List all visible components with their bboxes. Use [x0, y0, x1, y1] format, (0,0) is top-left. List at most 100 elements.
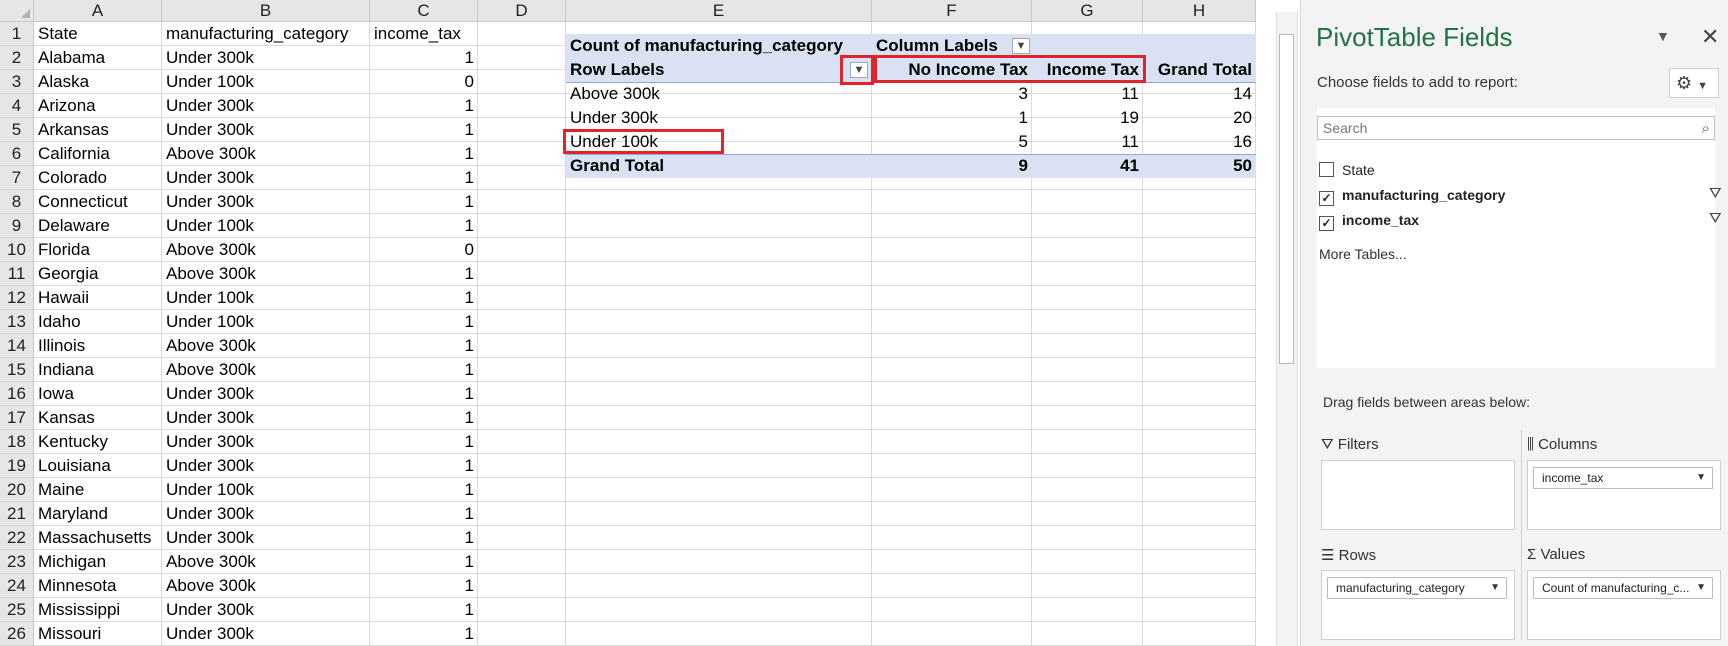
income-tax-cell[interactable]: 1 [370, 166, 478, 190]
income-tax-cell[interactable]: 1 [370, 214, 478, 238]
column-header-d[interactable]: D [478, 0, 566, 22]
search-input[interactable]: Search ⌕ [1317, 116, 1715, 140]
header-cell-income-tax[interactable]: income_tax [370, 22, 478, 46]
pivot-value-cell[interactable]: 11 [1032, 82, 1143, 106]
filter-icon[interactable]: ⛛ [1709, 185, 1722, 202]
column-header-a[interactable]: A [34, 0, 162, 22]
category-cell[interactable]: Above 300k [162, 574, 370, 598]
state-cell[interactable]: Florida [34, 238, 162, 262]
pivot-value-cell[interactable]: 1 [872, 106, 1032, 130]
pivot-col-header-grand-total[interactable]: Grand Total [1143, 58, 1256, 82]
rows-drop-zone[interactable]: manufacturing_category ▼ [1321, 570, 1515, 640]
state-cell[interactable]: Hawaii [34, 286, 162, 310]
income-tax-cell[interactable]: 1 [370, 262, 478, 286]
income-tax-cell[interactable]: 0 [370, 238, 478, 262]
income-tax-cell[interactable]: 1 [370, 502, 478, 526]
state-cell[interactable]: Iowa [34, 382, 162, 406]
income-tax-cell[interactable]: 1 [370, 358, 478, 382]
row-header[interactable]: 2 [0, 46, 34, 70]
state-cell[interactable]: Indiana [34, 358, 162, 382]
income-tax-cell[interactable]: 1 [370, 406, 478, 430]
pivot-value-cell[interactable]: 20 [1143, 106, 1256, 130]
state-cell[interactable]: Maryland [34, 502, 162, 526]
pivot-value-cell[interactable]: 14 [1143, 82, 1256, 106]
category-cell[interactable]: Above 300k [162, 550, 370, 574]
pivot-value-cell[interactable]: 16 [1143, 130, 1256, 154]
column-header-g[interactable]: G [1032, 0, 1143, 22]
field-manufacturing-category[interactable]: ✓ manufacturing_category [1319, 185, 1505, 206]
income-tax-cell[interactable]: 1 [370, 142, 478, 166]
row-header[interactable]: 4 [0, 94, 34, 118]
state-cell[interactable]: Massachusetts [34, 526, 162, 550]
category-cell[interactable]: Under 300k [162, 598, 370, 622]
pivot-value-cell[interactable]: 19 [1032, 106, 1143, 130]
state-cell[interactable]: Illinois [34, 334, 162, 358]
column-filter-icon[interactable]: ▼ [1012, 38, 1030, 54]
income-tax-cell[interactable]: 1 [370, 478, 478, 502]
state-cell[interactable]: Colorado [34, 166, 162, 190]
row-header[interactable]: 13 [0, 310, 34, 334]
row-header[interactable]: 12 [0, 286, 34, 310]
scrollbar-thumb[interactable] [1279, 34, 1294, 364]
pivot-grand-total-value[interactable]: 9 [872, 154, 1032, 178]
category-cell[interactable]: Above 300k [162, 238, 370, 262]
category-cell[interactable]: Under 300k [162, 166, 370, 190]
row-header[interactable]: 3 [0, 70, 34, 94]
state-cell[interactable]: Minnesota [34, 574, 162, 598]
row-header[interactable]: 1 [0, 22, 34, 46]
chevron-down-icon[interactable]: ▼ [1696, 578, 1706, 598]
row-header[interactable]: 9 [0, 214, 34, 238]
state-cell[interactable]: Kentucky [34, 430, 162, 454]
state-cell[interactable]: Delaware [34, 214, 162, 238]
pivot-value-title[interactable]: Count of manufacturing_category [566, 34, 872, 58]
pane-options-chevron-icon[interactable]: ▼ [1656, 28, 1670, 44]
row-header[interactable]: 11 [0, 262, 34, 286]
row-header[interactable]: 16 [0, 382, 34, 406]
columns-field-pill[interactable]: income_tax ▼ [1533, 467, 1713, 489]
category-cell[interactable]: Under 300k [162, 118, 370, 142]
category-cell[interactable]: Under 300k [162, 454, 370, 478]
row-header[interactable]: 10 [0, 238, 34, 262]
row-header[interactable]: 7 [0, 166, 34, 190]
row-header[interactable]: 20 [0, 478, 34, 502]
income-tax-cell[interactable]: 1 [370, 622, 478, 646]
state-cell[interactable]: Missouri [34, 622, 162, 646]
more-tables-link[interactable]: More Tables... [1319, 246, 1407, 262]
state-cell[interactable]: Arizona [34, 94, 162, 118]
values-drop-zone[interactable]: Count of manufacturing_c... ▼ [1527, 570, 1721, 640]
chevron-down-icon[interactable]: ▼ [1696, 468, 1706, 488]
income-tax-cell[interactable]: 1 [370, 94, 478, 118]
close-icon[interactable]: ✕ [1701, 24, 1719, 50]
state-cell[interactable]: Connecticut [34, 190, 162, 214]
chevron-down-icon[interactable]: ▼ [1490, 578, 1500, 598]
row-header[interactable]: 21 [0, 502, 34, 526]
column-header-c[interactable]: C [370, 0, 478, 22]
category-cell[interactable]: Under 300k [162, 46, 370, 70]
field-state[interactable]: State [1319, 160, 1375, 180]
row-header[interactable]: 5 [0, 118, 34, 142]
row-header[interactable]: 22 [0, 526, 34, 550]
pivot-row-label[interactable]: Above 300k [566, 82, 872, 106]
row-header[interactable]: 23 [0, 550, 34, 574]
category-cell[interactable]: Under 100k [162, 70, 370, 94]
income-tax-cell[interactable]: 1 [370, 310, 478, 334]
pivot-grand-total-value[interactable]: 50 [1143, 154, 1256, 178]
state-cell[interactable]: Georgia [34, 262, 162, 286]
category-cell[interactable]: Under 300k [162, 526, 370, 550]
category-cell[interactable]: Under 300k [162, 190, 370, 214]
row-header[interactable]: 19 [0, 454, 34, 478]
row-header[interactable]: 17 [0, 406, 34, 430]
category-cell[interactable]: Above 300k [162, 142, 370, 166]
pivot-row-labels[interactable]: Row Labels [566, 58, 872, 82]
category-cell[interactable]: Under 100k [162, 478, 370, 502]
column-header-e[interactable]: E [566, 0, 872, 22]
row-header[interactable]: 6 [0, 142, 34, 166]
state-cell[interactable]: California [34, 142, 162, 166]
pivot-grand-total-label[interactable]: Grand Total [566, 154, 872, 178]
category-cell[interactable]: Above 300k [162, 358, 370, 382]
state-cell[interactable]: Kansas [34, 406, 162, 430]
pivot-value-cell[interactable]: 3 [872, 82, 1032, 106]
row-header[interactable]: 15 [0, 358, 34, 382]
row-header[interactable]: 25 [0, 598, 34, 622]
column-header-b[interactable]: B [162, 0, 370, 22]
